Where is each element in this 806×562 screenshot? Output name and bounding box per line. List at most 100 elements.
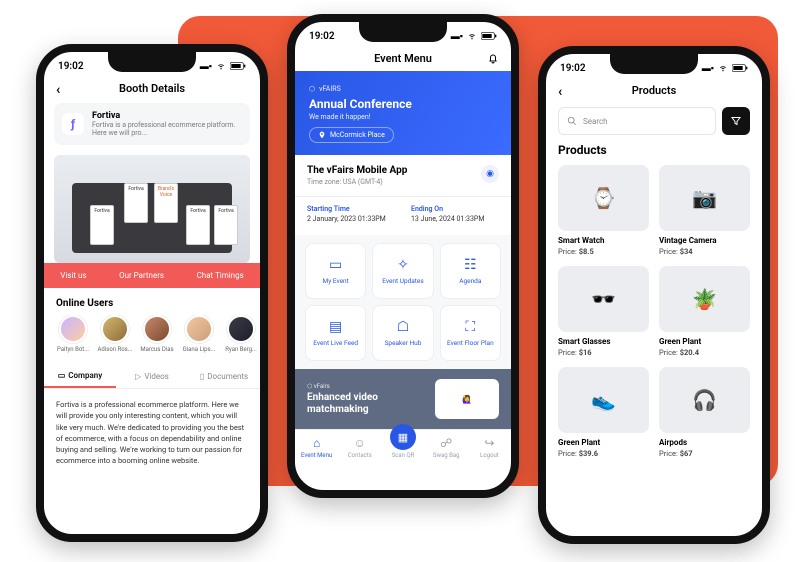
- booth-3d-image[interactable]: Fortiva Fortiva Brand's Voice Fortiva Fo…: [54, 155, 250, 263]
- matchmaking-banner[interactable]: ⬡ vFairs Enhanced video matchmaking 🙋‍♀️: [295, 369, 511, 429]
- product-title: Smart Glasses: [558, 337, 649, 346]
- fingerprint-button[interactable]: ◉: [481, 165, 499, 183]
- nav-label: Contacts: [348, 452, 372, 459]
- nav-swag-bag[interactable]: ☍ Swag Bag: [425, 436, 468, 459]
- feature-grid: ▭ My Event ✧ Event Updates ☷ Agenda ▤ Ev…: [295, 235, 511, 369]
- search-input[interactable]: Search: [558, 107, 716, 135]
- phone-event-menu: 19:02 ▬▪ Event Menu ⬡ vFAIRS Annua: [287, 14, 519, 498]
- document-icon: ▭: [58, 371, 66, 380]
- product-card[interactable]: 👟 Green Plant Price: $39.6: [558, 367, 649, 458]
- tile-live-feed[interactable]: ▤ Event Live Feed: [305, 305, 366, 361]
- event-location-chip[interactable]: McCormick Place: [309, 127, 394, 143]
- logout-icon: ↪: [484, 436, 494, 450]
- tile-floor-plan[interactable]: ⛶ Event Floor Plan: [440, 305, 501, 361]
- event-subtitle: We made it happen!: [309, 113, 497, 121]
- event-schedule: Starting Time 2 January, 2023 01:33PM En…: [307, 205, 499, 223]
- product-image: 🎧: [659, 367, 750, 433]
- start-time-block: Starting Time 2 January, 2023 01:33PM: [307, 205, 395, 223]
- user-name: Adison Ros...: [97, 346, 133, 353]
- updates-icon: ✧: [397, 257, 409, 273]
- avatar: [143, 315, 171, 343]
- products-grid: ⌚ Smart Watch Price: $8.5 📷 Vintage Came…: [546, 165, 762, 468]
- tab-label: Documents: [207, 372, 248, 381]
- tab-chat-timings[interactable]: Chat Timings: [197, 271, 244, 280]
- product-card[interactable]: 🕶️ Smart Glasses Price: $16: [558, 266, 649, 357]
- nav-label: Swag Bag: [433, 452, 460, 459]
- filter-button[interactable]: [722, 107, 750, 135]
- nav-contacts[interactable]: ☺ Contacts: [338, 436, 381, 459]
- start-label: Starting Time: [307, 205, 395, 213]
- tab-our-partners[interactable]: Our Partners: [119, 271, 164, 280]
- product-price: Price: $16: [558, 348, 649, 357]
- avatar: [59, 315, 87, 343]
- user-avatar-item[interactable]: Marcus Dias: [140, 315, 174, 353]
- battery-icon: [481, 32, 497, 40]
- tab-documents[interactable]: ▯ Documents: [188, 365, 260, 388]
- hexagon-icon: ⬡: [309, 85, 315, 93]
- user-name: Paityn Bot...: [55, 346, 91, 353]
- signal-icon: ▬▪: [200, 61, 212, 72]
- tab-visit-us[interactable]: Visit us: [60, 271, 86, 280]
- search-icon: [567, 116, 577, 126]
- tile-label: Event Live Feed: [313, 339, 358, 347]
- status-time: 19:02: [309, 31, 335, 42]
- speaker-icon: ☖: [397, 319, 410, 335]
- phone-notch: [359, 22, 447, 42]
- start-value: 2 January, 2023 01:33PM: [307, 215, 395, 223]
- nav-scan-qr[interactable]: ▦ Scan QR: [381, 436, 424, 459]
- page-title: ‹ Products: [546, 84, 762, 97]
- product-image: 🪴: [659, 266, 750, 332]
- user-avatar-item[interactable]: Adison Ros...: [98, 315, 132, 353]
- product-price: Price: $67: [659, 449, 750, 458]
- brand-logo: ⬡ vFAIRS: [309, 85, 497, 93]
- product-card[interactable]: 🎧 Airpods Price: $67: [659, 367, 750, 458]
- agenda-icon: ☷: [464, 257, 477, 273]
- phone-notch: [610, 54, 698, 74]
- event-hero: ⬡ vFAIRS Annual Conference We made it ha…: [295, 71, 511, 155]
- qr-icon: ▦: [390, 424, 416, 450]
- exhibitor-subtitle: Fortiva is a professional ecommerce plat…: [92, 121, 242, 137]
- app-info-card: The vFairs Mobile App Time zone: USA (GM…: [295, 155, 511, 197]
- product-card[interactable]: 📷 Vintage Camera Price: $34: [659, 165, 750, 256]
- file-icon: ▯: [200, 372, 204, 381]
- tile-label: Speaker Hub: [385, 339, 422, 347]
- search-placeholder: Search: [583, 117, 608, 126]
- contacts-icon: ☺: [354, 436, 366, 450]
- end-label: Ending On: [411, 205, 499, 213]
- home-icon: ⌂: [313, 436, 320, 450]
- product-image: ⌚: [558, 165, 649, 231]
- booth-action-tabs: Visit us Our Partners Chat Timings: [44, 263, 260, 288]
- exhibitor-logo: ƒ: [62, 113, 84, 135]
- products-heading: Products: [558, 143, 750, 157]
- back-button[interactable]: ‹: [558, 84, 562, 100]
- nav-label: Logout: [480, 452, 499, 459]
- product-card[interactable]: 🪴 Green Plant Price: $20.4: [659, 266, 750, 357]
- status-icons: ▬▪: [200, 61, 246, 72]
- product-price: Price: $20.4: [659, 348, 750, 357]
- tab-company[interactable]: ▭ Company: [44, 365, 116, 388]
- tile-speaker-hub[interactable]: ☖ Speaker Hub: [372, 305, 433, 361]
- tile-my-event[interactable]: ▭ My Event: [305, 243, 366, 299]
- nav-event-menu[interactable]: ⌂ Event Menu: [295, 436, 338, 459]
- tile-event-updates[interactable]: ✧ Event Updates: [372, 243, 433, 299]
- timezone-text: Time zone: USA (GMT-4): [307, 178, 499, 186]
- notifications-button[interactable]: [487, 52, 499, 64]
- search-bar-row: Search: [558, 107, 750, 135]
- match-title: Enhanced video matchmaking: [307, 392, 425, 416]
- status-time: 19:02: [560, 63, 586, 74]
- user-avatar-item[interactable]: Giana Lips...: [182, 315, 216, 353]
- signal-icon: ▬▪: [702, 63, 714, 74]
- nav-label: Scan QR: [392, 452, 415, 459]
- tab-videos[interactable]: ▷ Videos: [116, 365, 188, 388]
- user-avatar-item[interactable]: Ryan Berg...: [224, 315, 258, 353]
- product-card[interactable]: ⌚ Smart Watch Price: $8.5: [558, 165, 649, 256]
- brand-text: vFAIRS: [319, 85, 341, 93]
- online-users-heading: Online Users: [56, 298, 248, 309]
- nav-logout[interactable]: ↪ Logout: [468, 436, 511, 459]
- back-button[interactable]: ‹: [56, 82, 60, 98]
- user-avatar-item[interactable]: Paityn Bot...: [56, 315, 90, 353]
- exhibitor-card[interactable]: ƒ Fortiva Fortiva is a professional ecom…: [54, 103, 250, 145]
- tile-agenda[interactable]: ☷ Agenda: [440, 243, 501, 299]
- page-title: ‹ Booth Details: [44, 82, 260, 95]
- tab-label: Videos: [144, 372, 168, 381]
